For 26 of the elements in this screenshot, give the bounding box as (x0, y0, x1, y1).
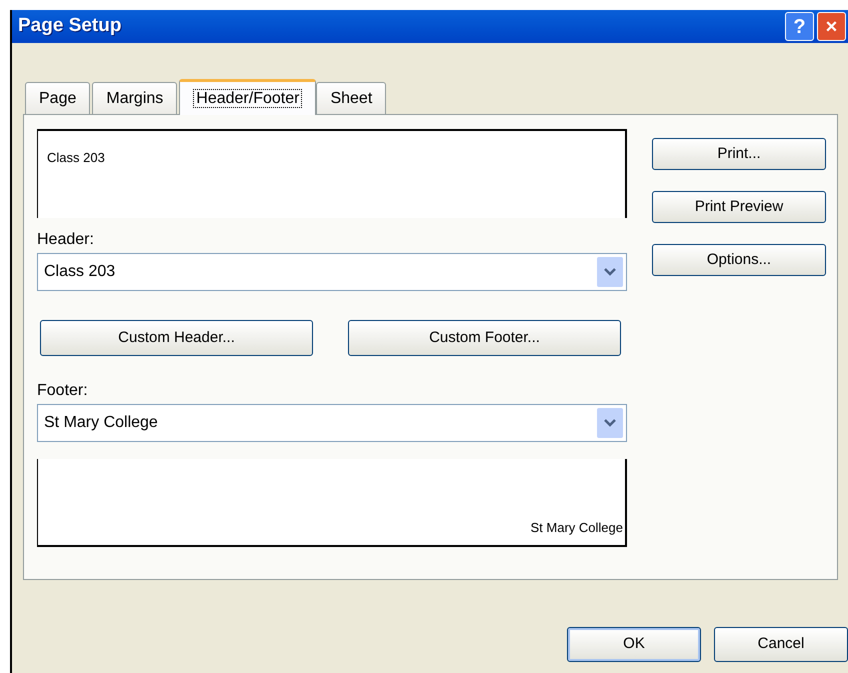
window-title: Page Setup (18, 14, 122, 38)
tab[interactable]: Page (25, 82, 90, 114)
footer-label: Footer: (37, 381, 89, 401)
side-button[interactable]: Options... (652, 244, 826, 276)
custom-button[interactable]: Custom Footer... (348, 320, 621, 356)
ok-button[interactable]: OK (567, 627, 701, 662)
preview-text: St Mary College (530, 518, 623, 537)
side-button[interactable]: Print... (652, 138, 826, 170)
tab[interactable]: Margins (92, 82, 178, 114)
tab[interactable]: Sheet (316, 82, 386, 114)
combo-value: Class 203 (44, 262, 116, 282)
footer-dropdown[interactable]: St Mary College (37, 404, 627, 442)
tab[interactable]: Header/Footer (179, 79, 316, 115)
custom-button[interactable]: Custom Header... (40, 320, 313, 356)
cancel-button[interactable]: Cancel (714, 627, 848, 662)
dropdown-button[interactable] (597, 408, 623, 438)
header-dropdown[interactable]: Class 203 (37, 253, 627, 291)
dropdown-button[interactable] (597, 257, 623, 287)
side-button[interactable]: Print Preview (652, 191, 826, 223)
chevron-down-icon (604, 268, 616, 276)
close-button[interactable]: × (817, 12, 846, 41)
help-button[interactable]: ? (785, 12, 814, 41)
combo-value: St Mary College (44, 413, 159, 433)
chevron-down-icon (604, 419, 616, 427)
header-label: Header: (37, 230, 95, 250)
preview-text: Class 203 (47, 150, 105, 165)
